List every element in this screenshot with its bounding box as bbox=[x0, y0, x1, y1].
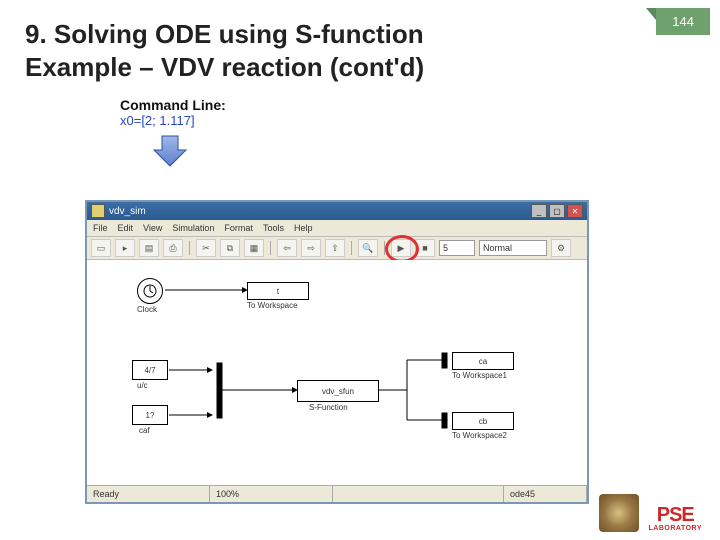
sim-mode-select[interactable]: Normal bbox=[479, 240, 547, 256]
sfunction-label: S-Function bbox=[309, 403, 348, 412]
title-line1: 9. Solving ODE using S-function bbox=[25, 19, 424, 49]
ntu-logo bbox=[599, 494, 639, 532]
pse-text: PSE bbox=[649, 505, 702, 525]
page-number-badge: 144 bbox=[656, 8, 710, 35]
status-solver: ode45 bbox=[504, 486, 587, 502]
status-pct: 100% bbox=[210, 486, 333, 502]
new-icon[interactable]: ▭ bbox=[91, 239, 111, 257]
menu-edit[interactable]: Edit bbox=[118, 223, 134, 233]
slide-title: 9. Solving ODE using S-function Example … bbox=[0, 0, 545, 83]
open-icon[interactable]: ▸ bbox=[115, 239, 135, 257]
cut-icon[interactable]: ✂ bbox=[196, 239, 216, 257]
app-icon bbox=[91, 204, 105, 218]
maximize-button[interactable]: ▢ bbox=[549, 204, 565, 218]
menu-file[interactable]: File bbox=[93, 223, 108, 233]
stop-time-field[interactable]: 5 bbox=[439, 240, 475, 256]
to-workspace-t-label: To Workspace bbox=[247, 301, 298, 310]
simulink-window: vdv_sim _ ▢ ✕ File Edit View Simulation … bbox=[85, 200, 589, 504]
status-ready: Ready bbox=[87, 486, 210, 502]
up-icon[interactable]: ⇧ bbox=[325, 239, 345, 257]
clock-block[interactable] bbox=[137, 278, 163, 304]
window-titlebar[interactable]: vdv_sim _ ▢ ✕ bbox=[87, 202, 587, 220]
to-workspace-ca[interactable]: ca bbox=[452, 352, 514, 370]
back-icon[interactable]: ⇦ bbox=[277, 239, 297, 257]
build-icon[interactable]: ⚙ bbox=[551, 239, 571, 257]
menu-help[interactable]: Help bbox=[294, 223, 313, 233]
close-button[interactable]: ✕ bbox=[567, 204, 583, 218]
menu-view[interactable]: View bbox=[143, 223, 162, 233]
print-icon[interactable]: ⎙ bbox=[163, 239, 183, 257]
constant-caf[interactable]: 1? bbox=[132, 405, 168, 425]
constant-uc[interactable]: 4/7 bbox=[132, 360, 168, 380]
menu-tools[interactable]: Tools bbox=[263, 223, 284, 233]
zoom-icon[interactable]: 🔍 bbox=[358, 239, 378, 257]
command-line-value: x0=[2; 1.117] bbox=[120, 113, 720, 128]
title-line2: Example – VDV reaction (cont'd) bbox=[25, 52, 424, 82]
to-workspace-cb-label: To Workspace2 bbox=[452, 431, 507, 440]
menu-format[interactable]: Format bbox=[224, 223, 253, 233]
to-workspace-cb[interactable]: cb bbox=[452, 412, 514, 430]
constant-uc-label: u/c bbox=[137, 381, 148, 390]
constant-caf-label: caf bbox=[139, 426, 150, 435]
menu-simulation[interactable]: Simulation bbox=[172, 223, 214, 233]
to-workspace-ca-label: To Workspace1 bbox=[452, 371, 507, 380]
footer-logos: PSE LABORATORY bbox=[599, 494, 702, 532]
copy-icon[interactable]: ⧉ bbox=[220, 239, 240, 257]
stop-button[interactable]: ■ bbox=[415, 239, 435, 257]
run-button[interactable]: ▶ bbox=[391, 239, 411, 257]
to-workspace-t[interactable]: t bbox=[247, 282, 309, 300]
pse-laboratory-text: LABORATORY bbox=[649, 525, 702, 532]
forward-icon[interactable]: ⇨ bbox=[301, 239, 321, 257]
sfunction-block[interactable]: vdv_sfun bbox=[297, 380, 379, 402]
window-title: vdv_sim bbox=[109, 206, 146, 217]
pse-logo: PSE LABORATORY bbox=[649, 505, 702, 532]
command-line-label: Command Line: bbox=[120, 97, 720, 113]
model-canvas[interactable]: Clock t To Workspace 4/7 u/c 1? caf vdv_… bbox=[87, 260, 587, 485]
down-arrow-icon bbox=[150, 134, 720, 168]
minimize-button[interactable]: _ bbox=[531, 204, 547, 218]
toolbar: ▭ ▸ ▤ ⎙ ✂ ⧉ ▦ ⇦ ⇨ ⇧ 🔍 ▶ ■ 5 Normal ⚙ bbox=[87, 237, 587, 260]
paste-icon[interactable]: ▦ bbox=[244, 239, 264, 257]
command-line-block: Command Line: x0=[2; 1.117] bbox=[120, 97, 720, 128]
clock-label: Clock bbox=[137, 305, 157, 314]
menu-bar: File Edit View Simulation Format Tools H… bbox=[87, 220, 587, 237]
save-icon[interactable]: ▤ bbox=[139, 239, 159, 257]
status-bar: Ready 100% ode45 bbox=[87, 485, 587, 502]
